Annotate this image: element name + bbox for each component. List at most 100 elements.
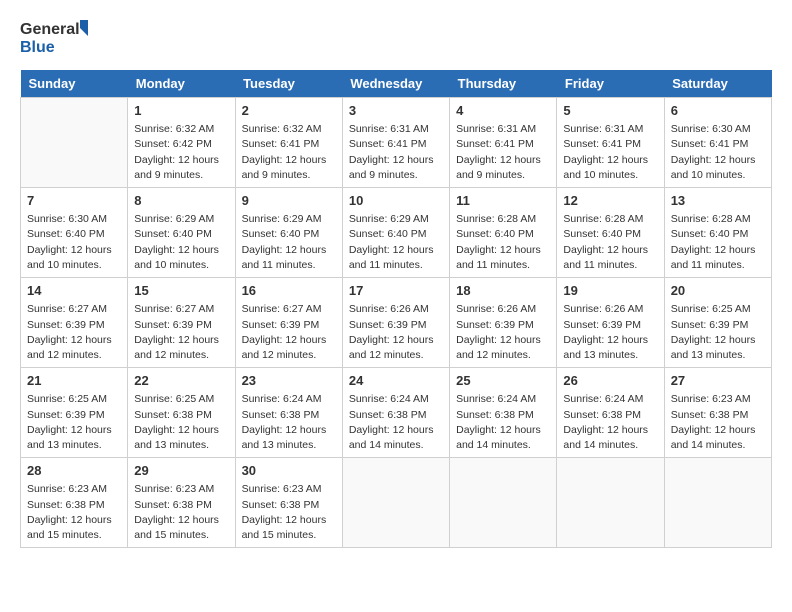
day-number: 6 — [671, 102, 765, 120]
calendar-cell: 15 Sunrise: 6:27 AMSunset: 6:39 PMDayligh… — [128, 278, 235, 368]
calendar-cell: 28Sunrise: 6:23 AMSunset: 6:38 PMDayligh… — [21, 458, 128, 548]
day-info: Sunrise: 6:25 AMSunset: 6:39 PMDaylight:… — [27, 392, 121, 453]
day-info: Sunrise: 6:23 AMSunset: 6:38 PMDaylight:… — [27, 482, 121, 543]
calendar-cell: 10 Sunrise: 6:29 AMSunset: 6:40 PMDayligh… — [342, 188, 449, 278]
day-number: 24 — [349, 372, 443, 390]
day-info: Sunrise: 6:32 AMSunset: 6:41 PMDaylight:… — [242, 122, 336, 183]
day-info: Sunrise: 6:26 AMSunset: 6:39 PMDaylight:… — [349, 302, 443, 363]
calendar-week-row: 14Sunrise: 6:27 AMSunset: 6:39 PMDayligh… — [21, 278, 772, 368]
day-number: 13 — [671, 192, 765, 210]
col-header-thursday: Thursday — [450, 70, 557, 98]
calendar-cell: 20Sunrise: 6:25 AMSunset: 6:39 PMDayligh… — [664, 278, 771, 368]
calendar-cell: 30 Sunrise: 6:23 AMSunset: 6:38 PMDayligh… — [235, 458, 342, 548]
col-header-wednesday: Wednesday — [342, 70, 449, 98]
day-number: 2 — [242, 102, 336, 120]
calendar-cell: 9 Sunrise: 6:29 AMSunset: 6:40 PMDaylight… — [235, 188, 342, 278]
calendar-week-row: 21Sunrise: 6:25 AMSunset: 6:39 PMDayligh… — [21, 368, 772, 458]
calendar-cell: 7Sunrise: 6:30 AMSunset: 6:40 PMDaylight… — [21, 188, 128, 278]
calendar-cell: 19 Sunrise: 6:26 AMSunset: 6:39 PMDayligh… — [557, 278, 664, 368]
calendar-cell: 2 Sunrise: 6:32 AMSunset: 6:41 PMDaylight… — [235, 98, 342, 188]
day-number: 4 — [456, 102, 550, 120]
logo: GeneralBlue — [20, 16, 90, 58]
day-info: Sunrise: 6:23 AMSunset: 6:38 PMDaylight:… — [134, 482, 228, 543]
calendar-cell: 12Sunrise: 6:28 AMSunset: 6:40 PMDayligh… — [557, 188, 664, 278]
calendar-cell: 21Sunrise: 6:25 AMSunset: 6:39 PMDayligh… — [21, 368, 128, 458]
day-info: Sunrise: 6:23 AMSunset: 6:38 PMDaylight:… — [671, 392, 765, 453]
day-number: 26 — [563, 372, 657, 390]
svg-text:General: General — [20, 21, 80, 38]
day-info: Sunrise: 6:24 AMSunset: 6:38 PMDaylight:… — [349, 392, 443, 453]
calendar-cell: 17Sunrise: 6:26 AMSunset: 6:39 PMDayligh… — [342, 278, 449, 368]
day-info: Sunrise: 6:25 AMSunset: 6:38 PMDaylight:… — [134, 392, 228, 453]
calendar-cell: 26 Sunrise: 6:24 AMSunset: 6:38 PMDayligh… — [557, 368, 664, 458]
day-info: Sunrise: 6:24 AMSunset: 6:38 PMDaylight:… — [563, 392, 657, 453]
day-info: Sunrise: 6:23 AMSunset: 6:38 PMDaylight:… — [242, 482, 336, 543]
day-number: 12 — [563, 192, 657, 210]
calendar-table: SundayMondayTuesdayWednesdayThursdayFrid… — [20, 70, 772, 548]
day-info: Sunrise: 6:26 AMSunset: 6:39 PMDaylight:… — [563, 302, 657, 363]
day-info: Sunrise: 6:31 AMSunset: 6:41 PMDaylight:… — [563, 122, 657, 183]
calendar-cell: 11 Sunrise: 6:28 AMSunset: 6:40 PMDayligh… — [450, 188, 557, 278]
calendar-week-row: 7Sunrise: 6:30 AMSunset: 6:40 PMDaylight… — [21, 188, 772, 278]
calendar-cell: 14Sunrise: 6:27 AMSunset: 6:39 PMDayligh… — [21, 278, 128, 368]
day-info: Sunrise: 6:30 AMSunset: 6:41 PMDaylight:… — [671, 122, 765, 183]
day-number: 20 — [671, 282, 765, 300]
day-number: 7 — [27, 192, 121, 210]
calendar-cell: 18 Sunrise: 6:26 AMSunset: 6:39 PMDayligh… — [450, 278, 557, 368]
day-number: 15 — [134, 282, 228, 300]
calendar-cell: 1Sunrise: 6:32 AMSunset: 6:42 PMDaylight… — [128, 98, 235, 188]
day-info: Sunrise: 6:27 AMSunset: 6:39 PMDaylight:… — [134, 302, 228, 363]
day-number: 18 — [456, 282, 550, 300]
day-number: 8 — [134, 192, 228, 210]
calendar-cell — [664, 458, 771, 548]
calendar-cell: 24 Sunrise: 6:24 AMSunset: 6:38 PMDayligh… — [342, 368, 449, 458]
day-number: 19 — [563, 282, 657, 300]
svg-text:Blue: Blue — [20, 39, 55, 56]
day-number: 11 — [456, 192, 550, 210]
day-info: Sunrise: 6:26 AMSunset: 6:39 PMDaylight:… — [456, 302, 550, 363]
calendar-cell: 4 Sunrise: 6:31 AMSunset: 6:41 PMDaylight… — [450, 98, 557, 188]
day-number: 16 — [242, 282, 336, 300]
day-info: Sunrise: 6:27 AMSunset: 6:39 PMDaylight:… — [242, 302, 336, 363]
calendar-cell — [450, 458, 557, 548]
day-info: Sunrise: 6:29 AMSunset: 6:40 PMDaylight:… — [134, 212, 228, 273]
calendar-cell: 29 Sunrise: 6:23 AMSunset: 6:38 PMDayligh… — [128, 458, 235, 548]
calendar-cell — [557, 458, 664, 548]
day-number: 25 — [456, 372, 550, 390]
day-info: Sunrise: 6:32 AMSunset: 6:42 PMDaylight:… — [134, 122, 228, 183]
logo-svg: GeneralBlue — [20, 16, 90, 58]
day-number: 27 — [671, 372, 765, 390]
day-info: Sunrise: 6:28 AMSunset: 6:40 PMDaylight:… — [671, 212, 765, 273]
day-info: Sunrise: 6:24 AMSunset: 6:38 PMDaylight:… — [456, 392, 550, 453]
header: GeneralBlue — [20, 16, 772, 58]
day-number: 3 — [349, 102, 443, 120]
col-header-sunday: Sunday — [21, 70, 128, 98]
day-info: Sunrise: 6:29 AMSunset: 6:40 PMDaylight:… — [349, 212, 443, 273]
calendar-cell — [342, 458, 449, 548]
calendar-cell — [21, 98, 128, 188]
calendar-week-row: 1Sunrise: 6:32 AMSunset: 6:42 PMDaylight… — [21, 98, 772, 188]
calendar-week-row: 28Sunrise: 6:23 AMSunset: 6:38 PMDayligh… — [21, 458, 772, 548]
calendar-cell: 6 Sunrise: 6:30 AMSunset: 6:41 PMDaylight… — [664, 98, 771, 188]
day-number: 10 — [349, 192, 443, 210]
calendar-header-row: SundayMondayTuesdayWednesdayThursdayFrid… — [21, 70, 772, 98]
col-header-monday: Monday — [128, 70, 235, 98]
day-info: Sunrise: 6:31 AMSunset: 6:41 PMDaylight:… — [349, 122, 443, 183]
calendar-cell: 8 Sunrise: 6:29 AMSunset: 6:40 PMDaylight… — [128, 188, 235, 278]
day-number: 30 — [242, 462, 336, 480]
day-number: 9 — [242, 192, 336, 210]
day-info: Sunrise: 6:28 AMSunset: 6:40 PMDaylight:… — [456, 212, 550, 273]
day-number: 5 — [563, 102, 657, 120]
day-number: 29 — [134, 462, 228, 480]
day-info: Sunrise: 6:29 AMSunset: 6:40 PMDaylight:… — [242, 212, 336, 273]
col-header-tuesday: Tuesday — [235, 70, 342, 98]
calendar-cell: 13 Sunrise: 6:28 AMSunset: 6:40 PMDayligh… — [664, 188, 771, 278]
calendar-cell: 3 Sunrise: 6:31 AMSunset: 6:41 PMDaylight… — [342, 98, 449, 188]
day-number: 23 — [242, 372, 336, 390]
col-header-friday: Friday — [557, 70, 664, 98]
calendar-cell: 23 Sunrise: 6:24 AMSunset: 6:38 PMDayligh… — [235, 368, 342, 458]
calendar-cell: 5 Sunrise: 6:31 AMSunset: 6:41 PMDaylight… — [557, 98, 664, 188]
col-header-saturday: Saturday — [664, 70, 771, 98]
day-info: Sunrise: 6:31 AMSunset: 6:41 PMDaylight:… — [456, 122, 550, 183]
day-info: Sunrise: 6:24 AMSunset: 6:38 PMDaylight:… — [242, 392, 336, 453]
